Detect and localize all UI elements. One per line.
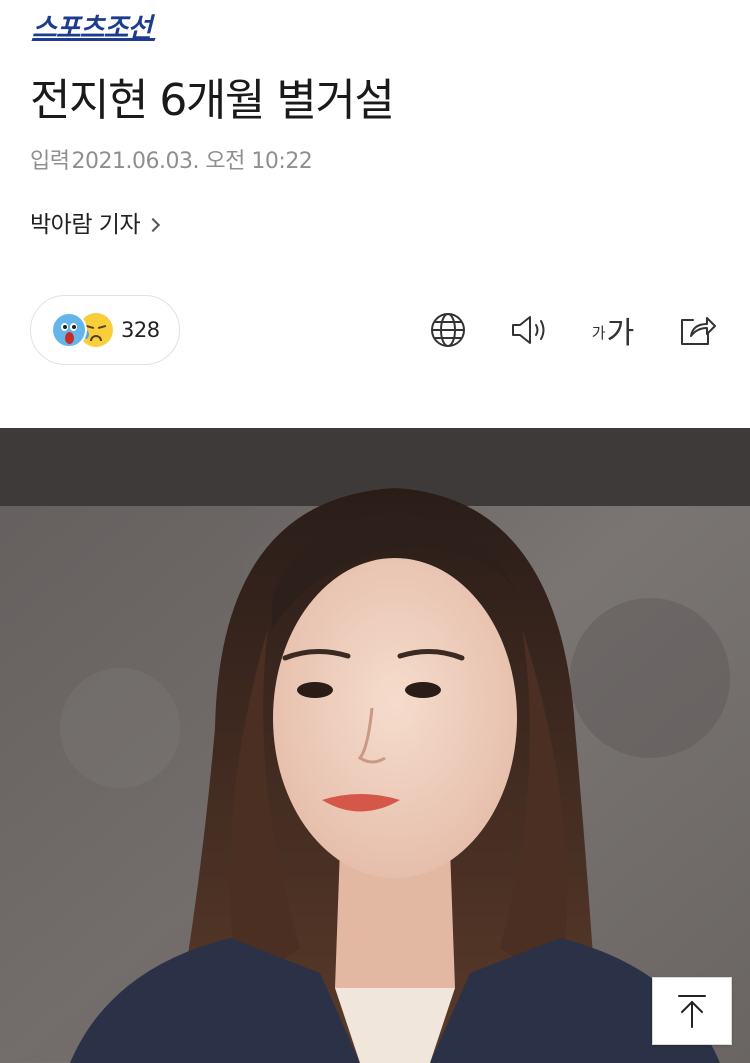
shocked-face-icon [51, 312, 87, 348]
scroll-top-button[interactable] [652, 977, 732, 1045]
speaker-icon [512, 316, 545, 344]
brand-logo[interactable]: 스포츠조선 [31, 8, 156, 44]
reaction-button[interactable]: 328 [30, 295, 180, 365]
reaction-count: 328 [121, 318, 160, 342]
translate-button[interactable] [428, 307, 468, 353]
date-label: 입력 [30, 149, 70, 174]
date-value: 2021.06.03. 오전 10:22 [71, 149, 313, 174]
article-headline: 전지현 6개월 별거설 [30, 75, 395, 126]
share-icon [681, 317, 716, 345]
article-photo [0, 428, 750, 1063]
listen-button[interactable] [508, 307, 552, 353]
reporter-link[interactable]: 박아람 기자 [30, 208, 161, 242]
reporter-name: 박아람 기자 [30, 212, 141, 238]
globe-icon [431, 313, 465, 347]
font-size-large: 가 [606, 316, 635, 351]
chevron-right-icon [146, 217, 161, 233]
arrow-up-icon [678, 995, 706, 1028]
font-size-small: 가 [591, 324, 606, 342]
font-size-button[interactable]: 가가 [588, 307, 638, 353]
article-date: 입력2021.06.03. 오전 10:22 [30, 147, 313, 177]
share-button[interactable] [674, 307, 720, 353]
brand-logo-underline [31, 38, 156, 41]
